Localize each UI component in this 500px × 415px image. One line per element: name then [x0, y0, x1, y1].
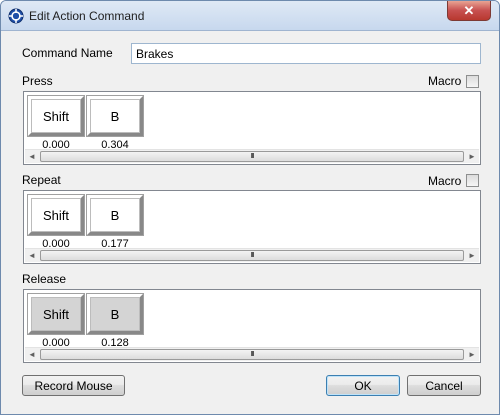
- repeat-key-shift[interactable]: Shift: [27, 194, 85, 236]
- press-key-panel: Shift 0.000 B 0.304 ◄ III ►: [23, 91, 481, 165]
- repeat-key-shift-label: Shift: [42, 207, 69, 223]
- title-bar[interactable]: Edit Action Command ✕: [1, 1, 499, 31]
- window-title: Edit Action Command: [29, 9, 145, 23]
- close-icon: ✕: [463, 2, 475, 18]
- scroll-thumb[interactable]: III: [40, 151, 464, 162]
- press-macro-checkbox[interactable]: [466, 75, 479, 88]
- scroll-grip-icon: III: [250, 351, 255, 358]
- release-key-panel: Shift 0.000 B 0.128 ◄ III ►: [23, 289, 481, 363]
- release-horizontal-scrollbar[interactable]: ◄ III ►: [25, 347, 479, 361]
- repeat-macro-label: Macro: [428, 174, 462, 188]
- press-key-shift-label: Shift: [42, 108, 69, 124]
- scroll-grip-icon: III: [250, 153, 255, 160]
- release-key-shift-label: Shift: [42, 306, 69, 322]
- repeat-key-panel: Shift 0.000 B 0.177 ◄ III ►: [23, 190, 481, 264]
- press-key-shift[interactable]: Shift: [27, 95, 85, 137]
- scroll-left-icon[interactable]: ◄: [25, 249, 39, 262]
- scroll-right-icon[interactable]: ►: [465, 150, 479, 163]
- release-key-b[interactable]: B: [86, 293, 144, 335]
- press-section-label: Press: [22, 74, 53, 88]
- repeat-section-label: Repeat: [22, 173, 61, 187]
- ok-button[interactable]: OK: [326, 375, 400, 396]
- scroll-left-icon[interactable]: ◄: [25, 348, 39, 361]
- scroll-grip-icon: III: [250, 252, 255, 259]
- command-name-label: Command Name: [22, 46, 113, 60]
- release-section-label: Release: [22, 272, 67, 286]
- press-key-b-label: B: [110, 108, 120, 124]
- press-macro-label: Macro: [428, 74, 462, 88]
- scroll-thumb[interactable]: III: [40, 250, 464, 261]
- app-target-icon: [8, 8, 24, 24]
- repeat-key-b-label: B: [110, 207, 120, 223]
- release-key-shift[interactable]: Shift: [27, 293, 85, 335]
- cancel-button[interactable]: Cancel: [407, 375, 481, 396]
- scroll-right-icon[interactable]: ►: [465, 348, 479, 361]
- close-button[interactable]: ✕: [447, 1, 491, 21]
- scroll-left-icon[interactable]: ◄: [25, 150, 39, 163]
- scroll-thumb[interactable]: III: [40, 349, 464, 360]
- repeat-macro-checkbox[interactable]: [466, 174, 479, 187]
- command-name-input[interactable]: [131, 43, 481, 64]
- dialog-window: Edit Action Command ✕ Command Name Press…: [0, 0, 500, 415]
- record-mouse-button[interactable]: Record Mouse: [22, 375, 125, 396]
- press-horizontal-scrollbar[interactable]: ◄ III ►: [25, 149, 479, 163]
- repeat-key-b[interactable]: B: [86, 194, 144, 236]
- scroll-right-icon[interactable]: ►: [465, 249, 479, 262]
- repeat-horizontal-scrollbar[interactable]: ◄ III ►: [25, 248, 479, 262]
- press-key-b[interactable]: B: [86, 95, 144, 137]
- release-key-b-label: B: [110, 306, 120, 322]
